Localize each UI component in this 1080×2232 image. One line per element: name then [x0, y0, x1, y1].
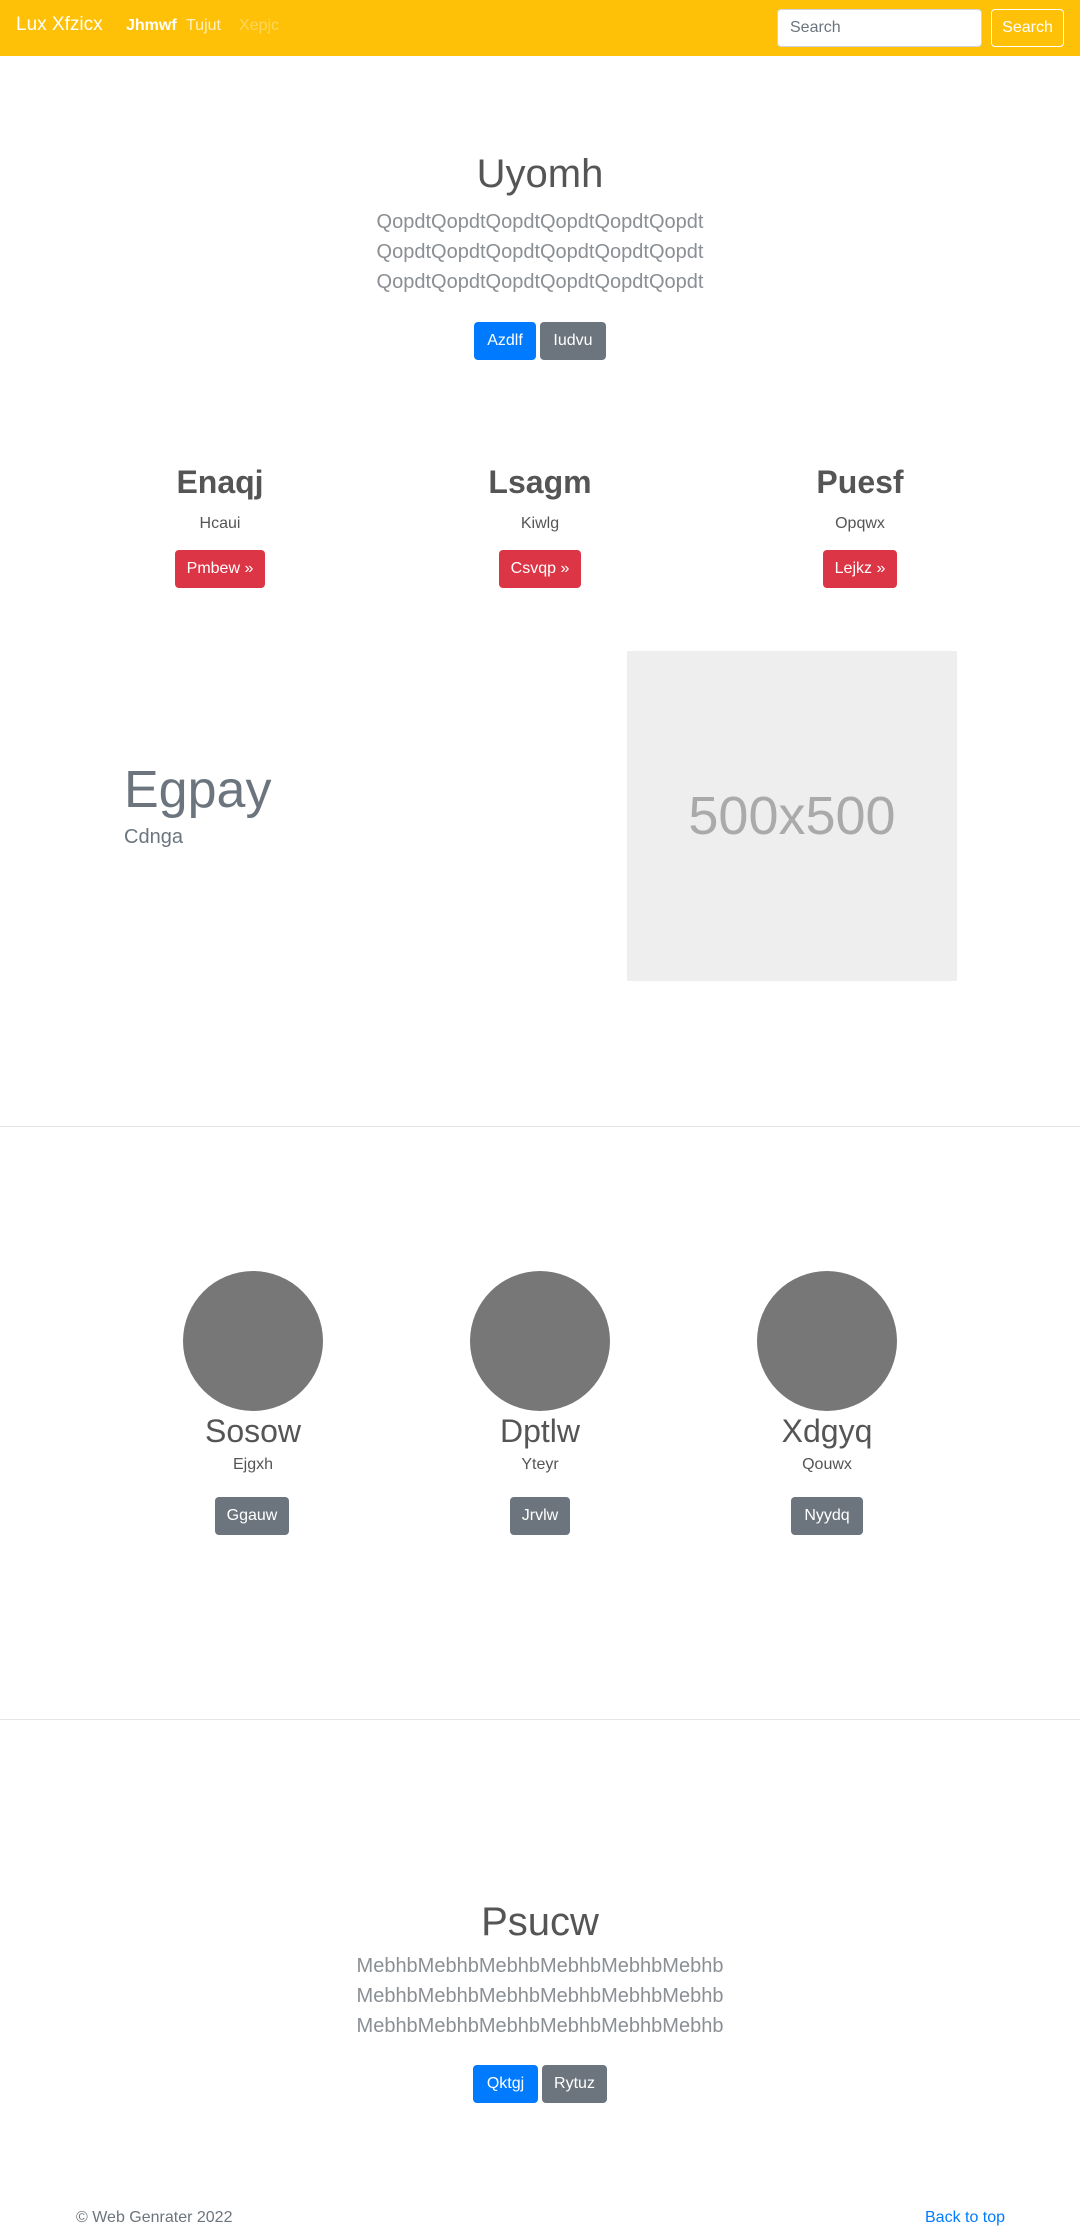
feature-title: Puesf [816, 464, 904, 500]
member-text: Ejgxh [232, 1456, 274, 1473]
feature-card: Lsagm Kiwlg [390, 464, 690, 533]
closing-title: Psucw [481, 1900, 599, 1944]
section-divider [0, 1126, 1080, 1127]
hero-primary-button[interactable]: Azdlf [474, 322, 536, 360]
closing-text-line: MebhbMebhbMebhbMebhbMebhbMebhb [356, 1955, 724, 1977]
closing-secondary-button[interactable]: Rytuz [542, 2065, 607, 2103]
member-text: Qouwx [802, 1456, 852, 1473]
feature-text: Kiwlg [520, 515, 560, 532]
feature-button[interactable]: Lejkz » [823, 550, 897, 588]
placeholder-image-label: 500x500 [688, 786, 896, 846]
back-to-top-link[interactable]: Back to top [925, 2209, 1005, 2227]
navbar-brand[interactable]: Lux Xfzicx [16, 14, 103, 36]
member-name: Xdgyq [781, 1413, 873, 1449]
nav-link-tujut[interactable]: Tujut [186, 17, 221, 35]
avatar [757, 1271, 897, 1411]
closing-text-line: MebhbMebhbMebhbMebhbMebhbMebhb [356, 2015, 724, 2037]
hero-secondary-button[interactable]: Iudvu [540, 322, 606, 360]
member-button[interactable]: Nyydq [791, 1497, 863, 1535]
closing-primary-button[interactable]: Qktgj [473, 2065, 538, 2103]
hero-title: Uyomh [476, 152, 604, 196]
team-member: Dptlw Yteyr [430, 1271, 650, 1474]
feature-text: Hcaui [199, 515, 241, 532]
search-input[interactable] [777, 9, 982, 47]
featurette-title: Egpay [124, 761, 272, 819]
copyright-text: © Web Genrater 2022 [76, 2209, 233, 2226]
feature-card: Puesf Opqwx [710, 464, 1010, 533]
featurette-subtitle: Cdnga [124, 826, 183, 848]
avatar [470, 1271, 610, 1411]
closing-text-line: MebhbMebhbMebhbMebhbMebhbMebhb [356, 1985, 724, 2007]
member-name: Dptlw [499, 1413, 580, 1449]
hero-text-line: QopdtQopdtQopdtQopdtQopdtQopdt [376, 211, 704, 233]
feature-button[interactable]: Csvqp » [499, 550, 581, 588]
feature-button[interactable]: Pmbew » [175, 550, 265, 588]
search-button[interactable]: Search [991, 9, 1064, 47]
placeholder-image: 500x500 [627, 651, 957, 981]
section-divider [0, 1719, 1080, 1720]
avatar [183, 1271, 323, 1411]
hero-text-line: QopdtQopdtQopdtQopdtQopdtQopdt [376, 271, 704, 293]
nav-link-xepjc: Xepjc [239, 17, 280, 34]
feature-title: Lsagm [488, 464, 592, 500]
navbar: Lux Xfzicx Jhmwf Tujut Xepjc Search [0, 0, 1080, 56]
team-member: Sosow Ejgxh [143, 1271, 363, 1474]
member-name: Sosow [204, 1413, 302, 1449]
member-button[interactable]: Ggauw [215, 1497, 289, 1535]
feature-title: Enaqj [176, 464, 264, 500]
nav-link-jhmwf[interactable]: Jhmwf [126, 17, 177, 35]
member-button[interactable]: Jrvlw [510, 1497, 570, 1535]
member-text: Yteyr [521, 1456, 559, 1473]
team-member: Xdgyq Qouwx [717, 1271, 937, 1474]
feature-text: Opqwx [835, 515, 885, 532]
feature-card: Enaqj Hcaui [70, 464, 370, 533]
hero-text-line: QopdtQopdtQopdtQopdtQopdtQopdt [376, 241, 704, 263]
